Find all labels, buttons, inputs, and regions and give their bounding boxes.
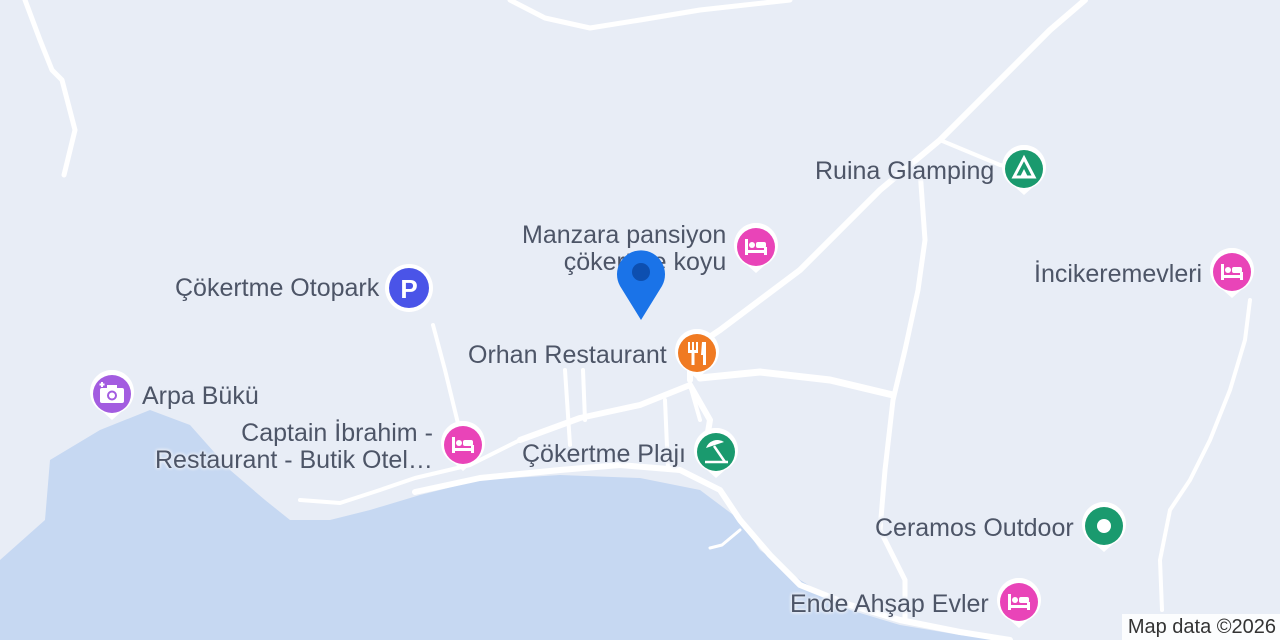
camera-icon — [88, 370, 136, 422]
location-marker-icon[interactable] — [614, 246, 668, 322]
poi-cokertme-otopark[interactable]: Çökertme Otopark P — [175, 262, 434, 314]
poi-label: Ruina Glamping — [815, 156, 995, 185]
poi-label-line: Captain İbrahim - — [241, 419, 433, 447]
poi-orhan-restaurant[interactable]: Orhan Restaurant — [468, 329, 721, 381]
tent-icon — [1000, 145, 1048, 197]
poi-cokertme-plaji[interactable]: Çökertme Plajı — [522, 428, 740, 480]
poi-ceramos-outdoor[interactable]: Ceramos Outdoor — [875, 502, 1128, 554]
poi-label-line: Restaurant - Butik Otel… — [155, 446, 433, 474]
poi-ende-ahsap-evler[interactable]: Ende Ahşap Evler — [790, 578, 1043, 630]
svg-text:P: P — [401, 274, 418, 304]
poi-label: Çökertme Plajı — [522, 439, 686, 468]
poi-incikeremevleri[interactable]: İncikeremevleri — [1034, 248, 1256, 300]
beach-umbrella-icon — [692, 428, 740, 480]
poi-ruina-glamping[interactable]: Ruina Glamping — [815, 145, 1048, 197]
poi-captain-ibrahim[interactable]: Captain İbrahim - Restaurant - Butik Ote… — [155, 420, 487, 474]
poi-label: Ende Ahşap Evler — [790, 589, 989, 618]
bed-icon — [1208, 248, 1256, 300]
fork-knife-icon — [673, 329, 721, 381]
bed-icon — [732, 223, 780, 275]
bed-icon — [439, 421, 487, 473]
poi-label: Captain İbrahim - Restaurant - Butik Ote… — [155, 420, 433, 474]
map-attribution: Map data ©2026 — [1121, 614, 1280, 640]
poi-label: İncikeremevleri — [1034, 259, 1203, 288]
dot-icon — [1080, 502, 1128, 554]
poi-arpa-buku[interactable]: Arpa Bükü — [88, 370, 259, 422]
poi-label: Ceramos Outdoor — [875, 513, 1074, 542]
poi-label: Çökertme Otopark — [175, 273, 380, 302]
parking-icon: P — [385, 262, 434, 314]
poi-label-line: Manzara pansiyon — [522, 221, 727, 249]
poi-label: Orhan Restaurant — [468, 340, 667, 369]
bed-icon — [995, 578, 1043, 630]
poi-label: Arpa Bükü — [142, 381, 259, 410]
